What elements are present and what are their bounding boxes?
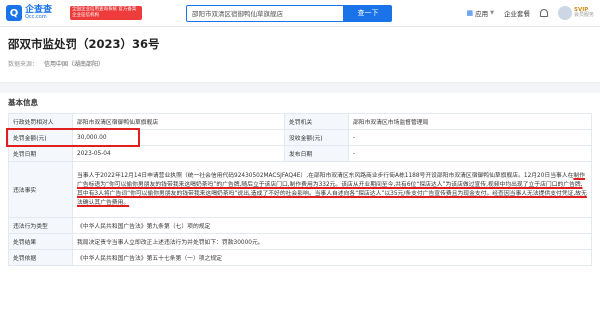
logo[interactable]: Q 企查查 Qcc.com [6, 5, 70, 21]
table-row: 违法事实 当事人于2022年12月14日申请营业执照（统一社会信用代码92430… [8, 161, 592, 218]
logo-mark-icon: Q [6, 5, 22, 21]
search-button[interactable]: 查一下 [344, 4, 392, 22]
nav-enterprise-label: 企业套餐 [503, 10, 530, 18]
info-table: 行政处罚相对人 邵阳市双清区宿御鸭仙草旗舰店 处罚机关 邵阳市双清区市场监督管理… [8, 113, 592, 266]
vip-sub: 会员服务 [573, 12, 594, 19]
table-row: 处罚结果 我局决定责令当事人立即改正上述违法行为并处罚如下：罚款30000元。 [8, 233, 592, 250]
avatar [557, 6, 572, 20]
source-label: 数据来源： [8, 61, 39, 68]
date-value: 2023-05-04 [72, 145, 285, 162]
party-link[interactable]: 邵阳市双清区宿御鸭仙草旗舰店 [72, 113, 285, 130]
result-value: 我局决定责令当事人立即改正上述违法行为并处罚如下：罚款30000元。 [72, 233, 592, 250]
result-label: 处罚结果 [8, 233, 73, 250]
type-label: 违法行为类型 [8, 217, 73, 234]
nav-enterprise[interactable]: 企业套餐 [504, 8, 530, 18]
page-title: 邵双市监处罚（2023）36号 [8, 37, 160, 51]
authority-value: 邵阳市双清区市场监督管理局 [348, 113, 592, 130]
search-input[interactable]: 邵阳市双清区宿御鸭仙草旗舰店 [186, 4, 344, 22]
brand-badge: 全国企业信用查询系统 官方备案企业征信机构 [70, 6, 142, 20]
publish-value: - [348, 145, 592, 162]
table-row: 处罚依据 《中华人民共和国广告法》第五十七条第（一）项之规定 [8, 249, 592, 266]
top-navbar: Q 企查查 Qcc.com 全国企业信用查询系统 官方备案企业征信机构 邵阳市双… [0, 0, 600, 27]
basic-info-section: 基本信息 行政处罚相对人 邵阳市双清区宿御鸭仙草旗舰店 处罚机关 邵阳市双清区市… [0, 93, 600, 309]
confiscated-label: 没收金额(元) [284, 129, 349, 146]
chevron-down-icon: ▼ [490, 10, 494, 16]
amount-label: 处罚金额(元) [8, 129, 73, 146]
vip-account[interactable]: SVIP 会员服务 [557, 6, 594, 20]
logo-domain: Qcc.com [25, 14, 47, 20]
table-row: 行政处罚相对人 邵阳市双清区宿御鸭仙草旗舰店 处罚机关 邵阳市双清区市场监督管理… [8, 113, 592, 130]
apps-grid-icon: ▦ [466, 9, 474, 17]
confiscated-value: - [348, 129, 592, 146]
title-card: 邵双市监处罚（2023）36号 数据来源： 信用中国（湖南邵阳） [0, 27, 600, 83]
date-label: 处罚日期 [8, 145, 73, 162]
nav-apps[interactable]: ▦ 应用 ▼ [467, 8, 494, 18]
source-value: 信用中国（湖南邵阳） [44, 61, 105, 68]
facts-value: 当事人于2022年12月14日申请营业执照（统一社会信用代码92430502MA… [72, 161, 592, 218]
table-row: 违法行为类型 《中华人民共和国广告法》第九条第（七）项的规定 [8, 217, 592, 234]
data-source: 数据来源： 信用中国（湖南邵阳） [8, 59, 592, 68]
nav-menu: ▦ 应用 ▼ 企业套餐 SVIP 会员服务 [467, 6, 594, 20]
publish-label: 发布日期 [284, 145, 349, 162]
type-value: 《中华人民共和国广告法》第九条第（七）项的规定 [72, 217, 592, 234]
nav-apps-label: 应用 [475, 10, 489, 18]
facts-text-1: 当事人于2022年12月14日申请营业执照（统一社会信用代码92430502MA… [77, 172, 574, 179]
basis-value: 《中华人民共和国广告法》第五十七条第（一）项之规定 [72, 249, 592, 266]
notification-bell[interactable] [539, 9, 548, 17]
section-title: 基本信息 [8, 98, 38, 107]
basis-label: 处罚依据 [8, 249, 73, 266]
amount-value: 30,000.00 [72, 129, 285, 146]
table-row: 处罚金额(元) 30,000.00 没收金额(元) - [8, 129, 592, 146]
bell-icon [539, 9, 548, 17]
authority-label: 处罚机关 [284, 113, 349, 130]
table-row: 处罚日期 2023-05-04 发布日期 - [8, 145, 592, 162]
facts-label: 违法事实 [8, 161, 73, 218]
party-label: 行政处罚相对人 [8, 113, 73, 130]
